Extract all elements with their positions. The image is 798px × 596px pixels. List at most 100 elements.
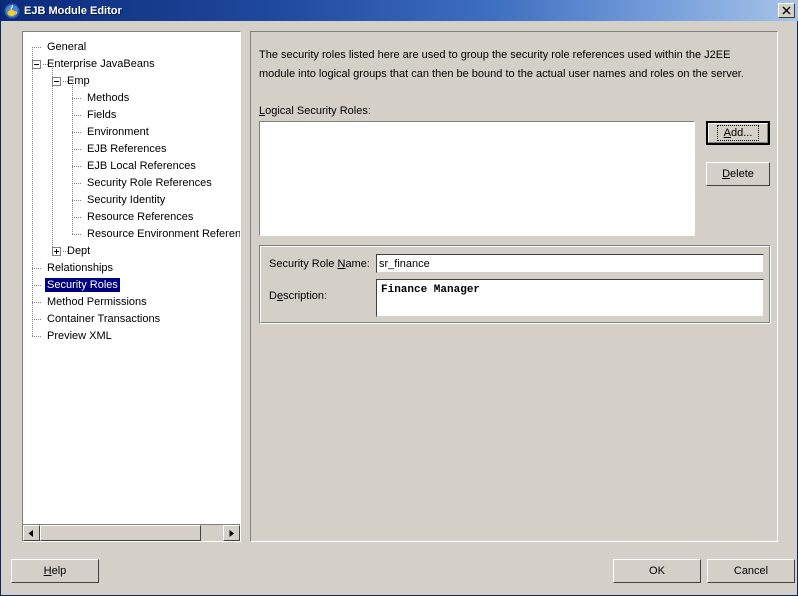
- name-label-b: ame:: [345, 258, 370, 270]
- security-roles-content-panel: The security roles listed here are used …: [250, 31, 778, 542]
- panel-splitter[interactable]: [244, 31, 249, 542]
- list-label-rest: ogical Security Roles:: [265, 105, 371, 117]
- tree-item-label: Dept: [67, 245, 91, 257]
- tree-item-label: Resource Environment Referenc: [87, 228, 240, 240]
- tree-item-ejb-references[interactable]: EJB References: [23, 141, 240, 158]
- tree-horizontal-scrollbar[interactable]: [23, 524, 240, 541]
- tree-item-resource-environment-referenc[interactable]: Resource Environment Referenc: [23, 226, 240, 243]
- role-detail-group: Security Role Name: Description:: [259, 245, 771, 324]
- navigation-tree-panel[interactable]: General Enterprise JavaBeans Emp Methods Fie…: [22, 31, 241, 542]
- tree-item-label: Container Transactions: [47, 313, 161, 325]
- tree-item-method-permissions[interactable]: Method Permissions: [23, 294, 240, 311]
- role-detail-group-inner: Security Role Name: Description:: [260, 246, 770, 323]
- tree-connector: [32, 268, 41, 269]
- tree-item-security-role-references[interactable]: Security Role References: [23, 175, 240, 192]
- tree-connector: [72, 234, 81, 235]
- ejb-module-editor-window: EJB Module Editor General Enterprise Java…: [0, 0, 798, 596]
- window-title: EJB Module Editor: [24, 4, 122, 17]
- help-button[interactable]: Help: [11, 559, 99, 583]
- close-button[interactable]: [778, 3, 795, 18]
- tree-item-preview-xml[interactable]: Preview XML: [23, 328, 240, 345]
- add-button-focus-ring: Add...: [716, 125, 760, 141]
- add-mnemonic: A: [723, 127, 731, 139]
- tree-expand-icon[interactable]: [52, 247, 61, 256]
- tree-item-label: Fields: [87, 109, 117, 121]
- help-mnemonic: H: [43, 565, 52, 577]
- tree-guide-line: [52, 64, 53, 251]
- add-label-rest: dd...: [730, 127, 753, 139]
- cancel-button[interactable]: Cancel: [707, 559, 795, 583]
- title-bar: EJB Module Editor: [1, 0, 798, 21]
- scroll-left-arrow-icon[interactable]: [23, 525, 40, 541]
- security-role-name-input[interactable]: [376, 254, 764, 273]
- tree-item-fields[interactable]: Fields: [23, 107, 240, 124]
- tree-item-label: General: [47, 41, 87, 53]
- tree-item-ejb-local-references[interactable]: EJB Local References: [23, 158, 240, 175]
- tree-item-label: Enterprise JavaBeans: [47, 58, 155, 70]
- tree-item-dept[interactable]: Dept: [23, 243, 240, 260]
- logical-security-roles-list[interactable]: [259, 121, 695, 236]
- panel-description: The security roles listed here are used …: [259, 49, 744, 80]
- add-button-inner: Add...: [708, 123, 768, 143]
- tree-item-label: Security Role References: [87, 177, 212, 189]
- tree-item-label: Resource References: [87, 211, 194, 223]
- descr-label-b: scription:: [283, 290, 328, 302]
- tree-scroll-track[interactable]: [40, 525, 223, 541]
- tree-item-security-identity[interactable]: Security Identity: [23, 192, 240, 209]
- tree-item-label: EJB Local References: [87, 160, 196, 172]
- help-label: Help: [43, 565, 67, 577]
- tree-connector: [32, 47, 41, 48]
- description-label: Description:: [269, 290, 327, 302]
- tree-item-enterprise-javabeans[interactable]: Enterprise JavaBeans: [23, 56, 240, 73]
- tree-item-security-roles[interactable]: Security Roles: [23, 277, 240, 294]
- tree-connector: [72, 200, 81, 201]
- tree-connector: [32, 336, 41, 337]
- delete-mnemonic: D: [722, 168, 731, 180]
- tree-item-label: Environment: [87, 126, 149, 138]
- add-button[interactable]: Add...: [706, 121, 770, 145]
- tree-connector: [32, 285, 41, 286]
- tree-item-environment[interactable]: Environment: [23, 124, 240, 141]
- tree-connector: [72, 132, 81, 133]
- tree-item-emp[interactable]: Emp: [23, 73, 240, 90]
- name-label-a: Security Role: [269, 258, 338, 270]
- delete-button[interactable]: Delete: [706, 162, 770, 186]
- tree-item-relationships[interactable]: Relationships: [23, 260, 240, 277]
- tree-scroll-thumb[interactable]: [40, 525, 202, 541]
- tree-item-resource-references[interactable]: Resource References: [23, 209, 240, 226]
- tree-rows-container: General Enterprise JavaBeans Emp Methods Fie…: [23, 32, 240, 524]
- security-role-name-label: Security Role Name:: [269, 258, 370, 270]
- tree-collapse-icon[interactable]: [32, 60, 41, 69]
- tree-item-general[interactable]: General: [23, 39, 240, 56]
- descr-label-a: D: [269, 290, 277, 302]
- cancel-label: Cancel: [733, 565, 769, 577]
- tree-item-methods[interactable]: Methods: [23, 90, 240, 107]
- java-bean-icon: [4, 3, 20, 19]
- logical-security-roles-label: Logical Security Roles:: [259, 105, 371, 117]
- tree-item-label: Emp: [67, 75, 90, 87]
- ok-label: OK: [649, 565, 665, 577]
- tree-item-label: Methods: [87, 92, 130, 104]
- delete-label: Delete: [722, 168, 754, 180]
- tree-connector: [72, 115, 81, 116]
- description-textarea[interactable]: [376, 279, 764, 317]
- tree-connector: [32, 319, 41, 320]
- tree-item-label: Security Identity: [87, 194, 166, 206]
- tree-connector: [72, 98, 81, 99]
- ok-button[interactable]: OK: [613, 559, 701, 583]
- tree-item-label: Security Roles: [45, 278, 120, 292]
- tree-guide-line: [32, 47, 33, 336]
- tree-collapse-icon[interactable]: [52, 77, 61, 86]
- tree-connector: [72, 183, 81, 184]
- scroll-right-arrow-icon[interactable]: [223, 525, 240, 541]
- tree-connector: [72, 149, 81, 150]
- tree-connector: [72, 166, 81, 167]
- tree-guide-line: [72, 81, 73, 234]
- tree-item-container-transactions[interactable]: Container Transactions: [23, 311, 240, 328]
- tree-connector: [32, 302, 41, 303]
- tree-item-label: Preview XML: [47, 330, 112, 342]
- tree-item-label: EJB References: [87, 143, 167, 155]
- tree-item-label: Relationships: [47, 262, 114, 274]
- tree-item-label: Method Permissions: [47, 296, 147, 308]
- tree-connector: [72, 217, 81, 218]
